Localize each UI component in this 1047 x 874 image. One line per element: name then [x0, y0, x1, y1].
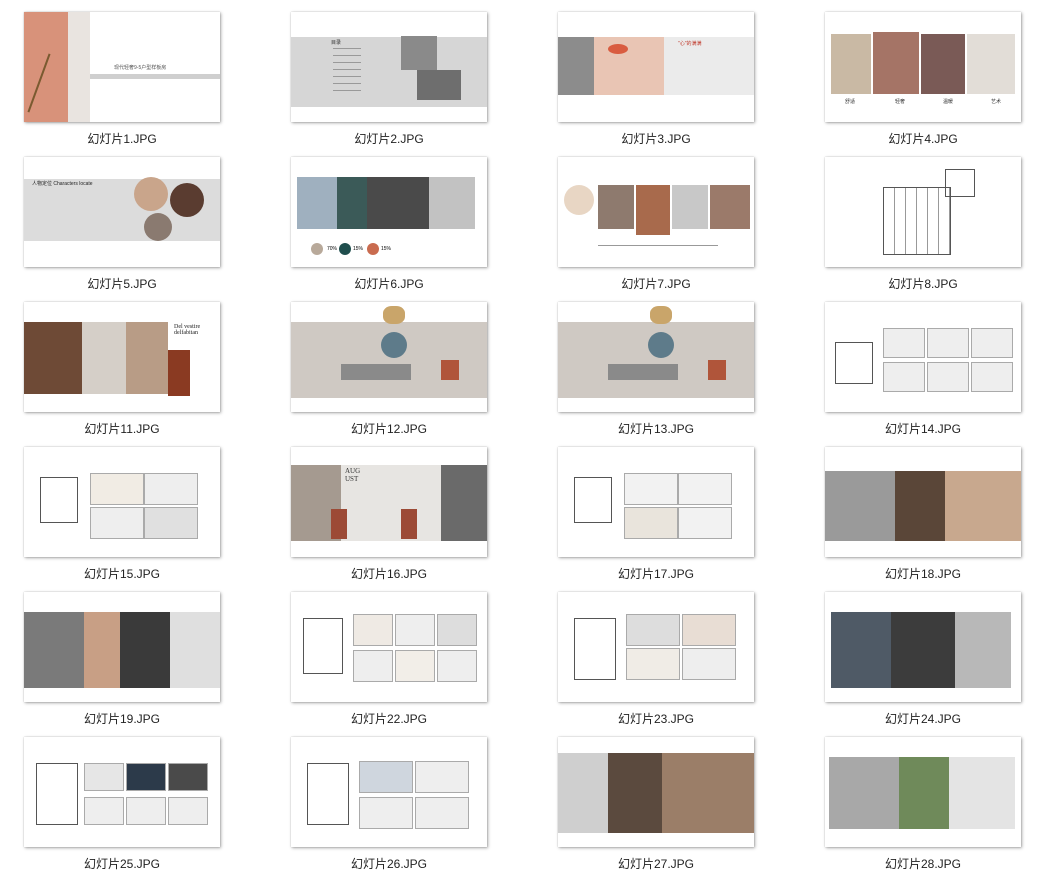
thumbnail-slide-23[interactable] [558, 592, 754, 702]
file-item[interactable]: 幻灯片14.JPG [825, 302, 1021, 437]
file-name: 幻灯片26.JPG [350, 857, 428, 871]
file-name: 幻灯片5.JPG [87, 277, 157, 291]
thumbnail-slide-28[interactable] [825, 737, 1021, 847]
file-item[interactable]: 幻灯片7.JPG [558, 157, 754, 292]
file-name: 幻灯片11.JPG [84, 422, 160, 436]
file-item[interactable]: 现代轻奢9-5户型样板房 幻灯片1.JPG [24, 12, 220, 147]
thumbnail-slide-12[interactable] [291, 302, 487, 412]
thumbnail-slide-5[interactable]: 人物定位 Characters locate [24, 157, 220, 267]
slide-title: "心"的满满 [678, 41, 702, 47]
file-name: 幻灯片24.JPG [884, 712, 962, 726]
thumbnail-slide-19[interactable] [24, 592, 220, 702]
thumbnail-slide-17[interactable] [558, 447, 754, 557]
file-name: 幻灯片17.JPG [617, 567, 695, 581]
file-item[interactable]: 幻灯片27.JPG [558, 737, 754, 872]
file-name: 幻灯片18.JPG [884, 567, 962, 581]
thumbnail-slide-16[interactable]: AUG UST [291, 447, 487, 557]
file-name: 幻灯片14.JPG [884, 422, 962, 436]
thumbnail-slide-27[interactable] [558, 737, 754, 847]
thumbnail-slide-2[interactable]: 目录 [291, 12, 487, 122]
thumbnail-slide-24[interactable] [825, 592, 1021, 702]
file-name: 幻灯片19.JPG [83, 712, 161, 726]
thumbnail-slide-11[interactable]: Del vestire delfabitan [24, 302, 220, 412]
slide-title: 目录 [331, 40, 342, 46]
thumbnail-slide-6[interactable]: 70% 15% 15% [291, 157, 487, 267]
file-name: 幻灯片1.JPG [87, 132, 157, 146]
file-name: 幻灯片15.JPG [83, 567, 161, 581]
thumbnail-slide-4[interactable]: 舒适 轻奢 温暖 艺术 [825, 12, 1021, 122]
file-item[interactable]: 幻灯片17.JPG [558, 447, 754, 582]
thumbnail-slide-13[interactable] [558, 302, 754, 412]
file-item[interactable]: 幻灯片22.JPG [291, 592, 487, 727]
file-name: 幻灯片7.JPG [621, 277, 691, 291]
file-item[interactable]: 幻灯片24.JPG [825, 592, 1021, 727]
file-item[interactable]: 幻灯片28.JPG [825, 737, 1021, 872]
thumbnail-slide-3[interactable]: "心"的满满 [558, 12, 754, 122]
file-item[interactable]: "心"的满满 幻灯片3.JPG [558, 12, 754, 147]
file-item[interactable]: 幻灯片8.JPG [825, 157, 1021, 292]
file-name: 幻灯片27.JPG [617, 857, 695, 871]
file-item[interactable]: 幻灯片25.JPG [24, 737, 220, 872]
file-item[interactable]: 幻灯片18.JPG [825, 447, 1021, 582]
file-name: 幻灯片3.JPG [621, 132, 691, 146]
file-item[interactable]: 幻灯片13.JPG [558, 302, 754, 437]
thumbnail-slide-14[interactable] [825, 302, 1021, 412]
thumbnail-slide-25[interactable] [24, 737, 220, 847]
label: 舒适 [845, 99, 856, 105]
file-name: 幻灯片22.JPG [350, 712, 428, 726]
file-name: 幻灯片2.JPG [354, 132, 424, 146]
percent-label: 15% [353, 246, 364, 252]
thumbnail-slide-26[interactable] [291, 737, 487, 847]
file-name: 幻灯片12.JPG [350, 422, 428, 436]
file-name: 幻灯片6.JPG [354, 277, 424, 291]
file-item[interactable]: 目录 幻灯片2.JPG [291, 12, 487, 147]
label: 轻奢 [895, 99, 906, 105]
file-name: 幻灯片4.JPG [888, 132, 958, 146]
thumbnail-grid: 现代轻奢9-5户型样板房 幻灯片1.JPG 目录 幻灯片2.JPG "心"的满满… [0, 0, 1047, 874]
label: 艺术 [991, 99, 1002, 105]
file-item[interactable]: 幻灯片15.JPG [24, 447, 220, 582]
file-item[interactable]: 幻灯片12.JPG [291, 302, 487, 437]
percent-label: 70% [327, 246, 338, 252]
file-item[interactable]: Del vestire delfabitan 幻灯片11.JPG [24, 302, 220, 437]
slide-title: 人物定位 Characters locate [32, 181, 93, 187]
file-item[interactable]: 幻灯片26.JPG [291, 737, 487, 872]
slide-title: 现代轻奢9-5户型样板房 [114, 65, 167, 71]
slide-title: AUG UST [345, 467, 361, 483]
file-item[interactable]: 幻灯片19.JPG [24, 592, 220, 727]
thumbnail-slide-22[interactable] [291, 592, 487, 702]
label: 温暖 [943, 99, 954, 105]
file-name: 幻灯片28.JPG [884, 857, 962, 871]
file-name: 幻灯片23.JPG [617, 712, 695, 726]
file-item[interactable]: 舒适 轻奢 温暖 艺术 幻灯片4.JPG [825, 12, 1021, 147]
thumbnail-slide-8[interactable] [825, 157, 1021, 267]
file-item[interactable]: 幻灯片23.JPG [558, 592, 754, 727]
file-name: 幻灯片13.JPG [617, 422, 695, 436]
file-name: 幻灯片16.JPG [350, 567, 428, 581]
thumbnail-slide-15[interactable] [24, 447, 220, 557]
file-name: 幻灯片25.JPG [83, 857, 161, 871]
thumbnail-slide-1[interactable]: 现代轻奢9-5户型样板房 [24, 12, 220, 122]
file-item[interactable]: AUG UST 幻灯片16.JPG [291, 447, 487, 582]
file-item[interactable]: 70% 15% 15% 幻灯片6.JPG [291, 157, 487, 292]
slide-title: Del vestire delfabitan [174, 324, 201, 336]
file-name: 幻灯片8.JPG [888, 277, 958, 291]
file-item[interactable]: 人物定位 Characters locate 幻灯片5.JPG [24, 157, 220, 292]
thumbnail-slide-18[interactable] [825, 447, 1021, 557]
percent-label: 15% [381, 246, 392, 252]
thumbnail-slide-7[interactable] [558, 157, 754, 267]
